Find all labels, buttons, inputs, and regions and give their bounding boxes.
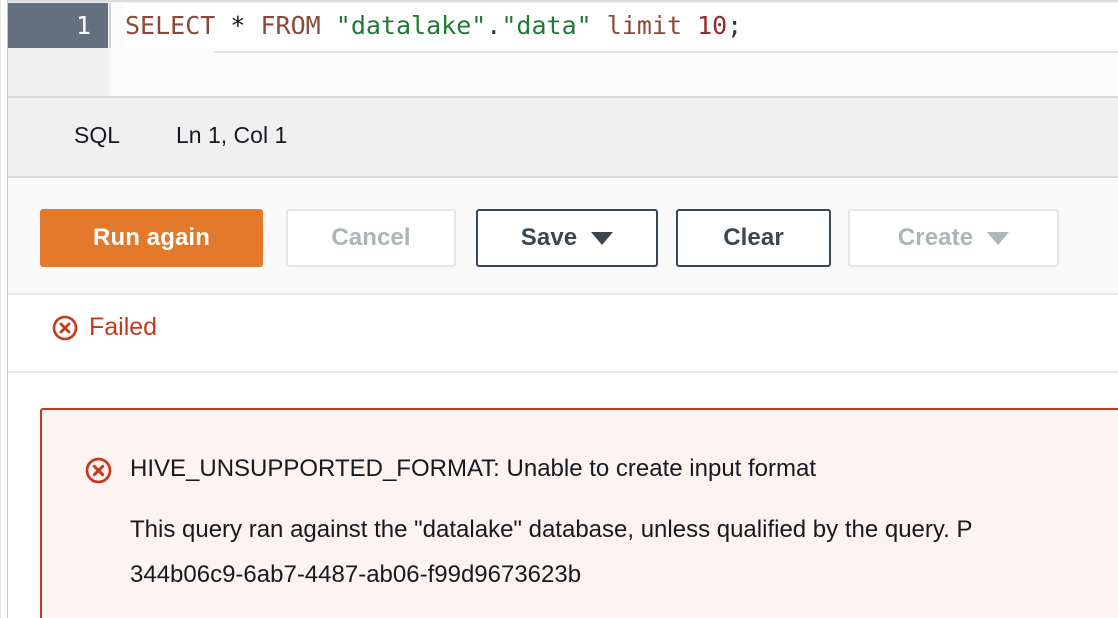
- sql-editor[interactable]: 1 SELECT * FROM "datalake"."data" limit …: [8, 0, 1118, 96]
- sql-token-12: 10: [697, 11, 728, 40]
- clear-label: Clear: [723, 224, 784, 251]
- editor-cursor-position: Ln 1, Col 1: [176, 122, 288, 148]
- sql-token-5: [321, 11, 336, 40]
- error-message-box: HIVE_UNSUPPORTED_FORMAT: Unable to creat…: [40, 408, 1118, 618]
- create-label: Create: [897, 224, 974, 251]
- sql-query-line[interactable]: SELECT * FROM "datalake"."data" limit 10…: [125, 3, 1118, 48]
- run-again-label: Run again: [93, 224, 210, 251]
- sql-token-9: [592, 11, 607, 40]
- cancel-button: Cancel: [286, 209, 456, 267]
- sql-token-8: "data": [501, 11, 592, 40]
- sql-token-4: FROM: [260, 11, 321, 40]
- sql-token-3: [245, 11, 260, 40]
- query-result-status-row: Failed: [8, 295, 1118, 373]
- status-badge: Failed: [52, 313, 157, 342]
- athena-query-editor-panel: 1 SELECT * FROM "datalake"."data" limit …: [0, 0, 1118, 618]
- run-again-button[interactable]: Run again: [40, 209, 263, 267]
- editor-top-border: [8, 0, 1118, 2]
- cancel-label: Cancel: [331, 224, 411, 251]
- active-line-underline: [214, 51, 1118, 53]
- error-detail-line-1: This query ran against the "datalake" da…: [130, 516, 973, 543]
- sql-token-0: SELECT: [125, 11, 216, 40]
- sql-token-2: *: [230, 11, 246, 40]
- sql-token-10: limit: [606, 11, 682, 40]
- error-detail-text: This query ran against the "datalake" da…: [130, 507, 1118, 597]
- sql-token-6: "datalake": [335, 11, 487, 40]
- clear-button[interactable]: Clear: [676, 209, 831, 267]
- sql-token-11: [682, 11, 697, 40]
- query-status-label: Failed: [89, 313, 158, 341]
- error-query-id: 344b06c9-6ab7-4487-ab06-f99d9673623b: [130, 561, 582, 588]
- sql-token-7: .: [486, 11, 502, 40]
- error-circle-x-icon: [52, 315, 78, 341]
- sql-token-1: [215, 11, 230, 40]
- panel-outer-edge: [0, 0, 1, 618]
- sql-token-13: ;: [727, 11, 743, 40]
- editor-status-bar: SQL Ln 1, Col 1: [8, 96, 1118, 178]
- create-button: Create: [848, 209, 1059, 267]
- error-header: HIVE_UNSUPPORTED_FORMAT: Unable to creat…: [85, 454, 816, 484]
- save-button[interactable]: Save: [476, 209, 658, 267]
- editor-code-area[interactable]: SELECT * FROM "datalake"."data" limit 10…: [111, 3, 1118, 96]
- error-circle-x-icon: [85, 457, 112, 484]
- editor-line-number-gutter: 1: [8, 0, 108, 96]
- error-title: HIVE_UNSUPPORTED_FORMAT: Unable to creat…: [130, 455, 817, 482]
- chevron-down-icon: [591, 231, 614, 245]
- query-action-toolbar: Run again Cancel Save Clear Create: [8, 178, 1118, 295]
- editor-language-label: SQL: [74, 122, 121, 148]
- save-label: Save: [520, 224, 578, 251]
- chevron-down-icon: [987, 231, 1010, 245]
- line-number-1: 1: [8, 3, 108, 48]
